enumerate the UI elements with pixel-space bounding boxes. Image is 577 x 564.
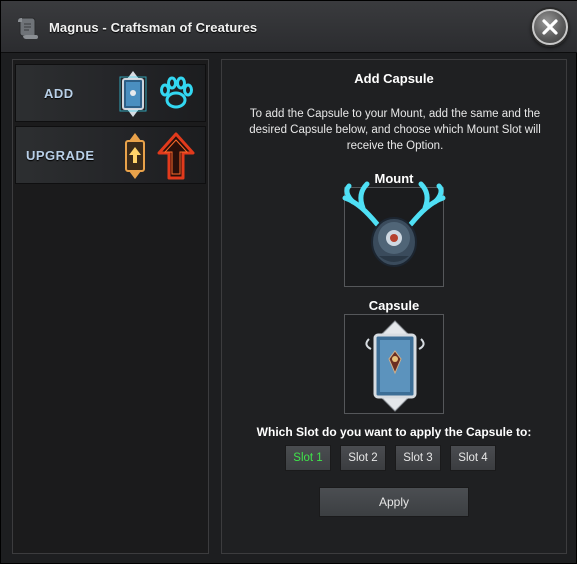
capsule-icon: [116, 69, 150, 124]
craftsman-window: Magnus - Craftsman of Creatures ADD UPGR…: [0, 0, 577, 564]
sidebar-item-label: UPGRADE: [26, 148, 95, 163]
paw-icon: [156, 73, 196, 118]
add-capsule-panel: Add Capsule To add the Capsule to your M…: [221, 59, 567, 554]
title-bar[interactable]: Magnus - Craftsman of Creatures: [1, 1, 577, 53]
close-button[interactable]: [532, 9, 568, 45]
slot-3-button[interactable]: Slot 3: [395, 445, 441, 471]
close-icon: [542, 19, 558, 35]
mount-icon: [342, 181, 446, 267]
slot-2-button[interactable]: Slot 2: [340, 445, 386, 471]
panel-description: To add the Capsule to your Mount, add th…: [249, 108, 541, 152]
slot-question: Which Slot do you want to apply the Caps…: [256, 425, 532, 439]
apply-button[interactable]: Apply: [319, 487, 469, 517]
capsule-item-icon: [365, 320, 425, 412]
scroll-icon: [15, 15, 39, 41]
upgrade-capsule-icon: [120, 131, 150, 186]
slot-1-button[interactable]: Slot 1: [285, 445, 331, 471]
window-title: Magnus - Craftsman of Creatures: [49, 20, 258, 35]
sidebar-item-upgrade[interactable]: UPGRADE: [15, 126, 206, 184]
mount-slot[interactable]: [342, 181, 446, 287]
sidebar-item-label: ADD: [44, 86, 74, 101]
sidebar-item-add[interactable]: ADD: [15, 64, 206, 122]
capsule-heading: Capsule: [368, 298, 420, 313]
sidebar: ADD UPGRADE: [12, 59, 209, 554]
slot-4-button[interactable]: Slot 4: [450, 445, 496, 471]
panel-title: Add Capsule: [354, 71, 434, 86]
capsule-slot[interactable]: [344, 314, 444, 414]
arrow-up-icon: [156, 131, 196, 186]
slot-selector: Slot 1 Slot 2 Slot 3 Slot 4: [285, 445, 505, 471]
